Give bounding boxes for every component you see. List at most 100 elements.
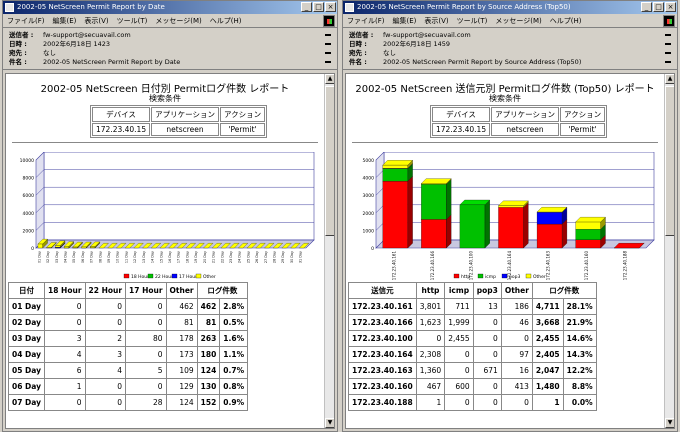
y-tick-label: 5000: [363, 158, 375, 164]
scroll-down-icon[interactable]: ▼: [325, 418, 334, 428]
table-cell: 1.6%: [219, 330, 249, 347]
menu-message[interactable]: メッセージ(M): [495, 16, 541, 26]
header-scroll-icon[interactable]: [325, 52, 331, 54]
table-cell: 97: [500, 346, 533, 363]
menu-edit[interactable]: 編集(E): [393, 16, 417, 26]
criteria-value: netscreen: [151, 123, 219, 136]
header-scroll-icon[interactable]: [665, 61, 671, 63]
table-cell: 28: [125, 394, 167, 411]
x-tick-label: 19 Day: [194, 251, 198, 263]
table-cell: 3,801: [415, 298, 446, 315]
maximize-button[interactable]: □: [653, 2, 664, 12]
menu-tools[interactable]: ツール(T): [117, 16, 148, 26]
menu-edit[interactable]: 編集(E): [53, 16, 77, 26]
table-cell: 2,455: [531, 330, 564, 347]
table-cell: 0: [500, 394, 533, 411]
col-header: Other: [165, 282, 198, 299]
window-titlebar[interactable]: 2002-05 NetScreen Permit Report by Sourc…: [343, 1, 677, 14]
header-scroll-icon[interactable]: [325, 61, 331, 63]
table-cell: 263: [196, 330, 221, 347]
header-to-label: 宛先 :: [9, 49, 27, 57]
x-tick-label: 08 Day: [98, 251, 102, 263]
menu-view[interactable]: 表示(V): [424, 16, 448, 26]
table-cell: 124: [165, 394, 198, 411]
mail-icon: [5, 3, 14, 12]
message-body[interactable]: 2002-05 NetScreen 送信元別 Permitログ件数 (Top50…: [345, 73, 675, 429]
menu-tools[interactable]: ツール(T): [457, 16, 488, 26]
table-cell: 462: [165, 298, 198, 315]
x-tick-label: 15 Day: [159, 251, 163, 263]
header-scroll-icon[interactable]: [665, 43, 671, 45]
legend-swatch: [147, 273, 154, 279]
x-tick-label: 31 Day: [299, 251, 303, 263]
scroll-up-icon[interactable]: ▲: [325, 74, 334, 84]
close-button[interactable]: ×: [665, 2, 676, 12]
bar-side: [407, 176, 413, 249]
table-cell: 0.8%: [219, 378, 249, 395]
daily-permit-chart: 0 2000 4000 6000 8000 10000 01 Day 02 Day 03 Day…: [20, 152, 315, 280]
y-tick-label: 2000: [23, 228, 35, 234]
x-tick-label: 04 Day: [63, 251, 67, 263]
bar-segment: [536, 223, 563, 249]
table-cell: 152: [196, 394, 221, 411]
table-row: 01 Day 0 0 0 462 462 2.8%: [8, 298, 249, 315]
table-cell: 129: [165, 378, 198, 395]
menu-message[interactable]: メッセージ(M): [155, 16, 201, 26]
table-row: 06 Day 1 0 0 129 130 0.8%: [8, 378, 249, 395]
scroll-thumb[interactable]: [665, 86, 674, 236]
menu-file[interactable]: ファイル(F): [7, 16, 45, 26]
menu-help[interactable]: ヘルプ(H): [550, 16, 582, 26]
header-scroll-icon[interactable]: [325, 43, 331, 45]
report-window-date[interactable]: 2002-05 NetScreen Permit Report by Date …: [2, 0, 338, 432]
table-cell: 124: [196, 362, 221, 379]
scroll-up-icon[interactable]: ▲: [665, 74, 674, 84]
header-subject-label: 件名 :: [349, 58, 367, 66]
bar-side: [446, 179, 452, 220]
bar-segment: [63, 246, 70, 249]
row-label: 172.23.40.163: [348, 362, 417, 379]
legend-label: Other: [533, 274, 546, 280]
criteria-header: アプリケーション: [491, 107, 559, 122]
table-cell: 2,455: [444, 330, 474, 347]
legend-swatch: [501, 273, 508, 279]
table-cell: 467: [415, 378, 446, 395]
menu-view[interactable]: 表示(V): [84, 16, 108, 26]
x-tick-label: 172.23.40.161: [391, 251, 396, 280]
bar-side: [523, 202, 529, 249]
close-button[interactable]: ×: [325, 2, 336, 12]
table-cell: 0: [44, 298, 86, 315]
criteria-header: アクション: [219, 107, 266, 122]
menu-help[interactable]: ヘルプ(H): [210, 16, 242, 26]
criteria-value: 'Permit': [219, 123, 266, 136]
col-header: 日付: [8, 282, 45, 299]
minimize-button[interactable]: _: [301, 2, 312, 12]
table-cell: 1,999: [444, 314, 474, 331]
header-scroll-icon[interactable]: [665, 34, 671, 36]
table-cell: 4: [44, 346, 86, 363]
report-window-source[interactable]: 2002-05 NetScreen Permit Report by Sourc…: [342, 0, 678, 432]
vertical-scrollbar[interactable]: ▲ ▼: [324, 74, 334, 428]
table-cell: 0: [444, 362, 474, 379]
table-cell: 0: [84, 378, 127, 395]
vertical-scrollbar[interactable]: ▲ ▼: [664, 74, 674, 428]
menu-file[interactable]: ファイル(F): [347, 16, 385, 26]
table-cell: 14.6%: [562, 330, 597, 347]
header-date-label: 日時 :: [9, 40, 27, 48]
bar-segment: [421, 184, 447, 220]
legend-swatch: [123, 273, 130, 279]
minimize-button[interactable]: _: [641, 2, 652, 12]
header-subject-value: 2002-05 NetScreen Permit Report by Sourc…: [383, 58, 582, 66]
header-date-value: 2002年6月18日 1423: [43, 40, 111, 48]
table-cell: 0.0%: [562, 394, 597, 411]
window-titlebar[interactable]: 2002-05 NetScreen Permit Report by Date …: [3, 1, 337, 14]
header-scroll-icon[interactable]: [325, 34, 331, 36]
table-cell: 130: [196, 378, 221, 395]
legend-swatch: [195, 273, 202, 279]
scroll-down-icon[interactable]: ▼: [665, 418, 674, 428]
col-header: pop3: [472, 282, 502, 299]
scroll-thumb[interactable]: [325, 86, 334, 236]
header-scroll-icon[interactable]: [665, 52, 671, 54]
bar-side: [561, 218, 568, 249]
message-body[interactable]: 2002-05 NetScreen 日付別 Permitログ件数 レポート 検索…: [5, 73, 335, 429]
maximize-button[interactable]: □: [313, 2, 324, 12]
